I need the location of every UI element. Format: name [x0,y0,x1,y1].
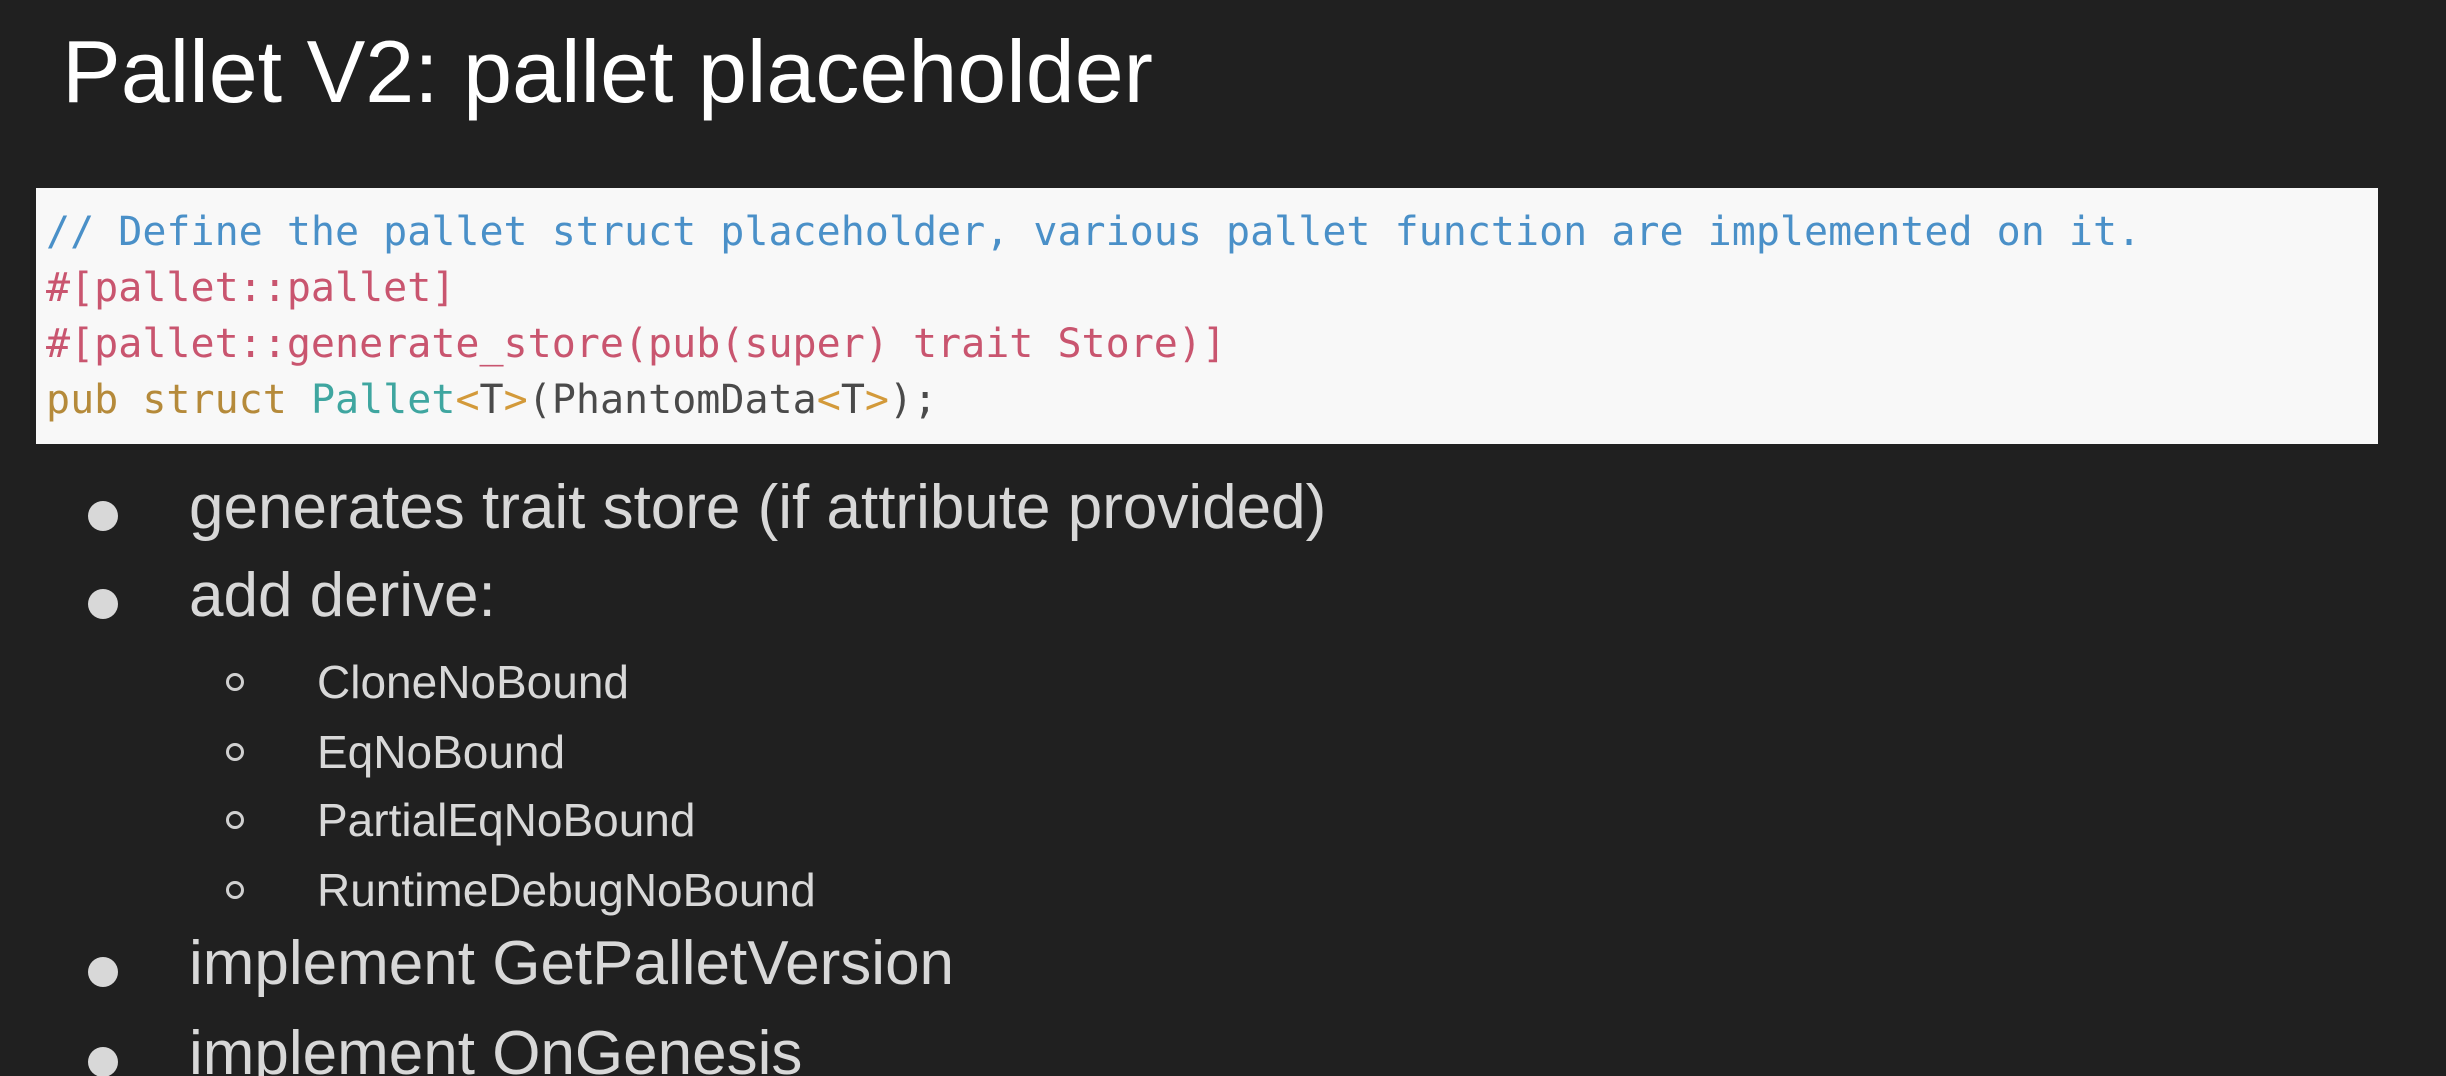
sub-bullet-text: EqNoBound [317,726,566,778]
bullet-text: add derive: [189,561,496,630]
code-comment: // Define the pallet struct placeholder,… [46,209,2142,255]
code-angle-open: < [816,377,841,423]
bullet-dot-icon [88,1047,118,1076]
code-line-comment: // Define the pallet struct placeholder,… [46,204,2378,260]
bullet-circle-icon [226,811,244,829]
bullet-text: generates trait store (if attribute prov… [189,473,1327,542]
sub-bullet-text: RuntimeDebugNoBound [317,864,816,916]
bullet-circle-icon [226,673,244,691]
code-line-attribute-pallet: #[pallet::pallet] [46,260,2378,316]
bullet-dot-icon [88,501,118,531]
code-keyword-struct: struct [142,377,287,423]
code-paren-close: ); [889,377,938,423]
code-phantom-data: PhantomData [551,377,817,423]
code-block: // Define the pallet struct placeholder,… [36,188,2378,444]
bullet-dot-icon [88,589,118,619]
code-angle-close: > [503,377,528,423]
code-angle-open: < [455,377,480,423]
bullet-circle-icon [226,881,244,899]
bullet-dot-icon [88,957,118,987]
bullet-circle-icon [226,743,244,761]
code-attribute: #[pallet::generate_store(pub(super) trai… [46,321,1227,367]
code-line-attribute-generate-store: #[pallet::generate_store(pub(super) trai… [46,316,2378,372]
slide-title: Pallet V2: pallet placeholder [62,22,1153,121]
sub-bullet-text: PartialEqNoBound [317,794,696,846]
code-attribute: #[pallet::pallet] [46,265,456,311]
sub-bullet-text: CloneNoBound [317,656,630,708]
code-angle-close: > [864,377,889,423]
bullet-text: implement OnGenesis [189,1019,803,1076]
code-type-name: Pallet [310,377,456,423]
slide: Pallet V2: pallet placeholder // Define … [0,0,2446,1076]
code-generic: T [840,377,865,423]
code-keyword-pub: pub [46,377,119,423]
code-generic: T [479,377,504,423]
bullet-text: implement GetPalletVersion [189,929,955,998]
code-paren-open: ( [527,377,552,423]
code-line-struct: pub struct Pallet<T>(PhantomData<T>); [46,372,2378,428]
